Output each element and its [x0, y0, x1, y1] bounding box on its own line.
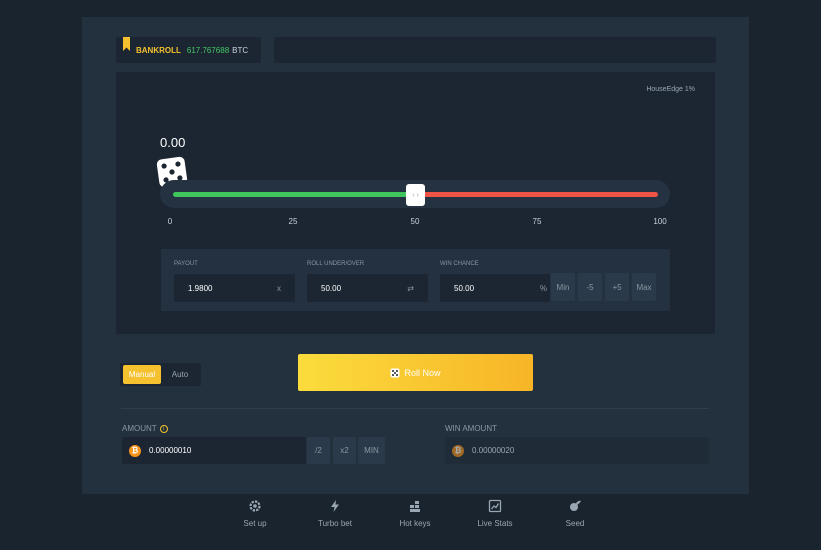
plus-five-button[interactable]: +5: [605, 273, 629, 301]
roll-under-over-value: 50.00: [321, 283, 342, 293]
setup-label: Set up: [243, 519, 267, 528]
slider-handle[interactable]: ‹ ›: [406, 184, 425, 206]
win-chance-suffix: %: [539, 283, 547, 293]
bankroll-label: BANKROLL: [136, 45, 181, 55]
amount-label: AMOUNT: [122, 424, 157, 433]
win-amount-label: WIN AMOUNT: [445, 424, 497, 433]
min-amount-button[interactable]: MIN: [358, 437, 385, 464]
slider-tick: 0: [167, 217, 173, 226]
manual-mode-button[interactable]: Manual: [123, 365, 161, 384]
win-chance-input[interactable]: 50.00 %: [440, 274, 550, 302]
mode-toggle: Manual Auto: [120, 363, 201, 386]
turbo-bet-label: Turbo bet: [318, 519, 352, 528]
gear-icon: [249, 500, 261, 512]
minus-five-button[interactable]: -5: [578, 273, 602, 301]
bankroll-currency: BTC: [232, 45, 249, 55]
bet-controls: PAYOUT 1.9800 x ROLL UNDER/OVER 50.00 ⇄ …: [161, 249, 670, 311]
roll-now-button[interactable]: Roll Now: [298, 354, 533, 391]
roll-under-over-label: ROLL UNDER/OVER: [307, 261, 365, 267]
seed-button[interactable]: Seed: [545, 499, 605, 528]
amount-value: 0.00000010: [149, 446, 192, 455]
lightning-icon: [331, 500, 339, 512]
payout-suffix: x: [277, 283, 281, 293]
win-amount-value: 0.00000020: [472, 446, 515, 455]
swap-icon[interactable]: ⇄: [407, 284, 414, 293]
win-chance-label: WIN CHANCE: [440, 261, 479, 267]
payout-label: PAYOUT: [174, 261, 198, 267]
chart-icon: [488, 499, 502, 513]
hot-keys-button[interactable]: Hot keys: [385, 499, 445, 528]
payout-input[interactable]: 1.9800 x: [174, 274, 295, 302]
top-info-bar: [274, 37, 716, 63]
payout-value: 1.9800: [188, 283, 213, 293]
seed-icon: [570, 500, 581, 511]
amount-label-group: AMOUNT i: [122, 424, 168, 433]
bankroll-box: BANKROLL 617.767688 BTC: [116, 37, 261, 63]
min-button[interactable]: Min: [551, 273, 575, 301]
half-button[interactable]: /2: [307, 437, 330, 464]
bitcoin-icon: ₿: [129, 444, 141, 457]
slider-under-bar: [173, 192, 415, 197]
auto-mode-button[interactable]: Auto: [163, 365, 197, 384]
max-button[interactable]: Max: [632, 273, 656, 301]
live-stats-button[interactable]: Live Stats: [465, 499, 525, 528]
amount-input[interactable]: ₿ 0.00000010: [122, 437, 306, 464]
roll-under-over-input[interactable]: 50.00 ⇄: [307, 274, 428, 302]
house-edge: HouseEdge 1%: [646, 86, 695, 93]
slider-tick: 75: [532, 217, 542, 226]
bitcoin-icon: ₿: [452, 444, 464, 457]
hot-keys-label: Hot keys: [399, 519, 431, 528]
double-button[interactable]: x2: [333, 437, 356, 464]
dice-board: HouseEdge 1% 0.00 ‹ › 0 25 50 75 100 PAY…: [116, 72, 715, 334]
dice-icon: [390, 368, 400, 377]
keyboard-icon: [410, 501, 420, 512]
live-stats-label: Live Stats: [477, 519, 513, 528]
win-chance-value: 50.00: [454, 283, 475, 293]
bookmark-icon: [123, 37, 130, 51]
slider-tick: 50: [410, 217, 420, 226]
turbo-bet-button[interactable]: Turbo bet: [305, 499, 365, 528]
win-amount-field: ₿ 0.00000020: [445, 437, 709, 464]
slider-tick: 25: [288, 217, 298, 226]
seed-label: Seed: [565, 519, 585, 528]
setup-button[interactable]: Set up: [225, 499, 285, 528]
roll-now-label: Roll Now: [404, 367, 441, 378]
roll-result: 0.00: [160, 135, 186, 150]
divider: [121, 408, 709, 409]
info-icon[interactable]: i: [159, 424, 168, 433]
slider-over-bar: [415, 192, 658, 197]
slider-tick: 100: [653, 217, 667, 226]
bankroll-value: 617.767688: [186, 45, 230, 55]
